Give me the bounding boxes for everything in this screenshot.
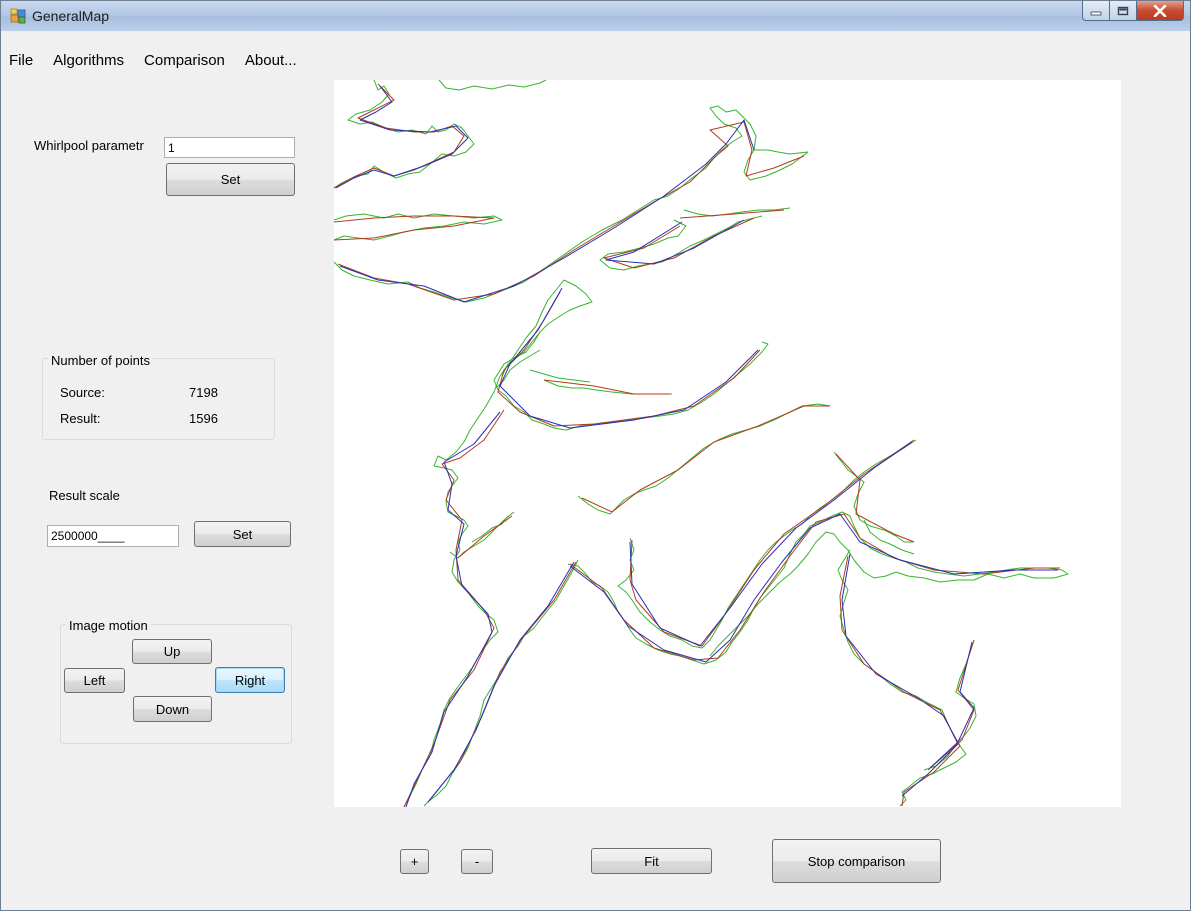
intermediate-line [335,85,469,189]
source-lines [334,80,1069,807]
source-line [334,105,809,303]
title-bar[interactable]: GeneralMap [1,1,1190,31]
main-window: GeneralMap File Algorithms Comparison Ab… [0,0,1191,911]
map-canvas[interactable] [334,80,1121,807]
result-line [679,209,785,219]
source-line [683,207,791,217]
result-line [334,83,465,189]
source-line [471,515,509,543]
source-line [493,279,769,431]
map-drawing [334,80,1069,807]
app-icon [10,8,26,24]
move-left-button[interactable]: Left [64,668,125,693]
menu-comparison[interactable]: Comparison [134,48,235,74]
canvas-margin [1121,80,1190,807]
result-line [629,439,915,647]
intermediate-line [841,553,959,797]
source-line [423,559,579,807]
source-line [837,549,967,807]
window-controls [1082,1,1184,21]
stop-comparison-button[interactable]: Stop comparison [772,839,941,883]
window-title: GeneralMap [32,8,110,24]
source-line [438,80,547,91]
minimize-button[interactable] [1082,1,1110,21]
maximize-icon [1117,6,1129,15]
whirlpool-set-button[interactable]: Set [166,163,295,196]
whirlpool-label: Whirlpool parametr [34,138,144,153]
source-line [403,279,565,807]
minimize-icon [1090,11,1102,15]
result-label: Result: [60,411,101,426]
zoom-in-button[interactable]: + [400,849,429,874]
source-line [567,511,1069,665]
result-value: 1596 [189,411,218,426]
result-lines [334,83,1060,807]
intermediate-line [427,561,575,803]
result-scale-set-button[interactable]: Set [194,521,291,547]
source-line [617,439,917,649]
whirlpool-input[interactable] [164,137,295,158]
source-line [334,213,503,241]
result-line [403,409,505,807]
close-icon [1153,4,1167,17]
source-line [577,403,831,515]
move-up-button[interactable]: Up [132,639,212,664]
result-line [429,561,577,801]
menu-algorithms[interactable]: Algorithms [43,48,134,74]
fit-button[interactable]: Fit [591,848,712,874]
intermediate-line [499,287,759,429]
source-value: 7198 [189,385,218,400]
menu-file[interactable]: File [1,48,43,74]
menu-about[interactable]: About... [235,48,307,74]
maximize-button[interactable] [1110,1,1137,21]
result-scale-label: Result scale [49,488,120,503]
intermediate-lines [335,85,1058,807]
source-line [529,369,591,383]
menu-bar: File Algorithms Comparison About... [1,48,307,74]
image-motion-title: Image motion [66,618,151,633]
result-scale-input[interactable] [47,525,179,547]
zoom-out-button[interactable]: - [461,849,493,874]
result-line [497,291,761,427]
move-right-button[interactable]: Right [215,667,285,693]
move-down-button[interactable]: Down [133,696,212,722]
intermediate-line [339,119,755,303]
result-line [334,215,495,241]
intermediate-line [569,513,1058,663]
result-line [569,513,1060,661]
points-group-title: Number of points [48,353,153,368]
close-button[interactable] [1137,1,1184,21]
source-label: Source: [60,385,105,400]
result-line [337,121,805,301]
source-line [334,80,475,189]
